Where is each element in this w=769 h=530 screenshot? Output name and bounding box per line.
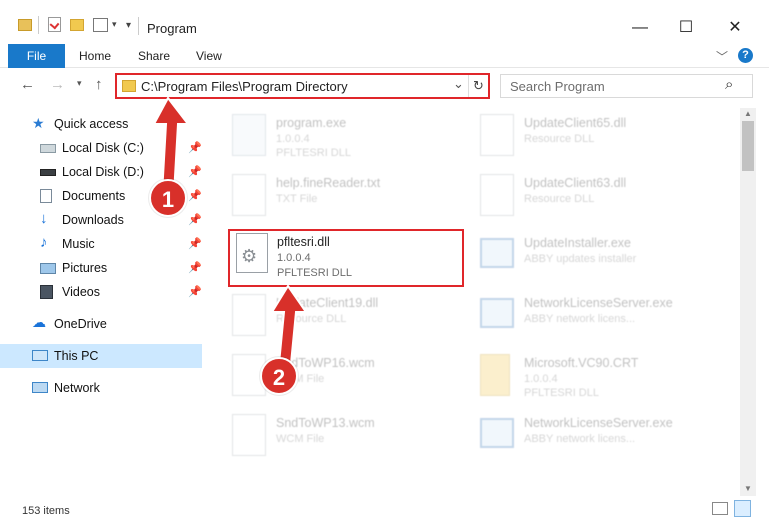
star-icon: ★ <box>32 115 45 131</box>
file-item[interactable]: UpdateClient65.dll Resource DLL <box>458 110 698 170</box>
quick-access-menu-icon[interactable]: ▾ <box>126 20 131 31</box>
file-type: Resource DLL <box>524 193 595 205</box>
sidebar-item-label: Videos <box>62 285 100 299</box>
drive-icon <box>40 144 56 153</box>
sidebar-item-label: Documents <box>62 189 126 203</box>
file-item[interactable]: Microsoft.VC90.CRT 1.0.0.4 PFLTESRI DLL <box>458 350 698 410</box>
application-icon <box>480 418 514 448</box>
folder-icon <box>18 19 32 31</box>
drive-icon <box>40 169 56 176</box>
tab-home[interactable]: Home <box>79 44 111 68</box>
tab-file[interactable]: File <box>8 44 65 68</box>
file-description: ABBY network licens... <box>524 313 636 325</box>
details-view-icon[interactable] <box>712 502 728 515</box>
callout-badge-1: 1 <box>149 179 187 217</box>
file-item[interactable]: SndToWP13.wcm WCM File <box>210 410 450 470</box>
network-icon <box>32 382 48 393</box>
status-bar <box>0 496 769 530</box>
sidebar-item-label: OneDrive <box>54 317 107 331</box>
file-icon <box>232 414 266 456</box>
recent-locations-icon[interactable]: ▾ <box>77 78 82 89</box>
sidebar-item-label: Music <box>62 237 95 251</box>
quick-access-dropdown-icon[interactable]: ▾ <box>112 19 117 30</box>
scrollbar-thumb[interactable] <box>742 121 754 171</box>
sidebar-item-label: Network <box>54 381 100 395</box>
search-box[interactable]: Search Program ⌕ <box>500 74 753 98</box>
file-name: Microsoft.VC90.CRT <box>524 356 639 370</box>
file-item[interactable]: NetworkLicenseServer.exe ABBY network li… <box>458 410 698 470</box>
minimize-button[interactable]: — <box>617 14 663 42</box>
videos-icon <box>40 285 53 299</box>
file-item[interactable]: UpdateClient63.dll Resource DLL <box>458 170 698 230</box>
customize-view-icon[interactable] <box>93 18 108 32</box>
dll-gear-icon <box>480 174 514 216</box>
music-icon: ♪ <box>40 234 48 251</box>
tab-share[interactable]: Share <box>138 44 170 68</box>
sidebar-item-label: Local Disk (C:) <box>62 141 144 155</box>
sidebar-item-label: Quick access <box>54 117 129 131</box>
file-type: Resource DLL <box>524 133 595 145</box>
documents-icon <box>40 189 52 203</box>
dll-gear-icon <box>480 114 514 156</box>
up-arrow-icon[interactable]: ↑ <box>95 76 103 93</box>
forward-arrow-icon[interactable]: → <box>50 76 65 93</box>
scroll-down-arrow-icon[interactable]: ▼ <box>744 484 752 493</box>
callout-arrows <box>152 96 308 375</box>
large-icons-view-icon[interactable] <box>734 500 751 517</box>
divider <box>138 17 139 35</box>
callout-badge-2: 2 <box>260 357 298 395</box>
file-name: NetworkLicenseServer.exe <box>524 416 673 430</box>
sidebar-item-label: Downloads <box>62 213 124 227</box>
divider <box>468 75 469 97</box>
application-icon <box>480 298 514 328</box>
file-item[interactable]: UpdateInstaller.exe ABBY updates install… <box>458 230 698 290</box>
installer-icon <box>480 238 514 268</box>
divider <box>38 16 39 34</box>
folder-icon <box>122 80 136 92</box>
scroll-up-arrow-icon[interactable]: ▲ <box>744 109 752 118</box>
file-description: PFLTESRI DLL <box>524 387 599 399</box>
file-description: ABBY updates installer <box>524 253 637 265</box>
help-icon[interactable]: ? <box>738 48 753 63</box>
sidebar-item-label: Local Disk (D:) <box>62 165 144 179</box>
sidebar-item-label: Pictures <box>62 261 108 275</box>
item-count: 153 items <box>22 505 70 517</box>
ribbon-collapse-icon[interactable]: ﹀ <box>716 48 728 65</box>
search-input[interactable]: Search Program <box>510 79 605 94</box>
file-name: NetworkLicenseServer.exe <box>524 296 673 310</box>
pictures-icon <box>40 263 56 274</box>
file-item[interactable]: NetworkLicenseServer.exe ABBY network li… <box>458 290 698 350</box>
ribbon <box>0 42 769 68</box>
computer-icon <box>32 350 48 361</box>
window-title: Program <box>147 21 197 36</box>
file-name: UpdateClient63.dll <box>524 176 627 190</box>
file-version: 1.0.0.4 <box>524 373 558 385</box>
folder-icon <box>480 354 510 396</box>
file-name: UpdateInstaller.exe <box>524 236 632 250</box>
cloud-icon: ☁ <box>32 314 46 330</box>
file-description: ABBY network licens... <box>524 433 636 445</box>
back-arrow-icon[interactable]: ← <box>20 76 35 93</box>
close-button[interactable]: ✕ <box>712 14 758 42</box>
search-icon[interactable]: ⌕ <box>725 76 733 93</box>
refresh-icon[interactable]: ↻ <box>473 78 484 94</box>
sidebar-item-label: This PC <box>54 349 99 363</box>
maximize-button[interactable]: ☐ <box>663 14 709 42</box>
file-type: WCM File <box>276 433 325 445</box>
downloads-icon: ↓ <box>40 210 48 227</box>
address-dropdown-icon[interactable]: ⌄ <box>453 76 464 92</box>
properties-icon[interactable] <box>48 17 61 32</box>
tab-view[interactable]: View <box>196 44 222 68</box>
file-name: UpdateClient65.dll <box>524 116 627 130</box>
file-name: SndToWP13.wcm <box>276 416 375 430</box>
new-folder-icon[interactable] <box>70 19 84 31</box>
